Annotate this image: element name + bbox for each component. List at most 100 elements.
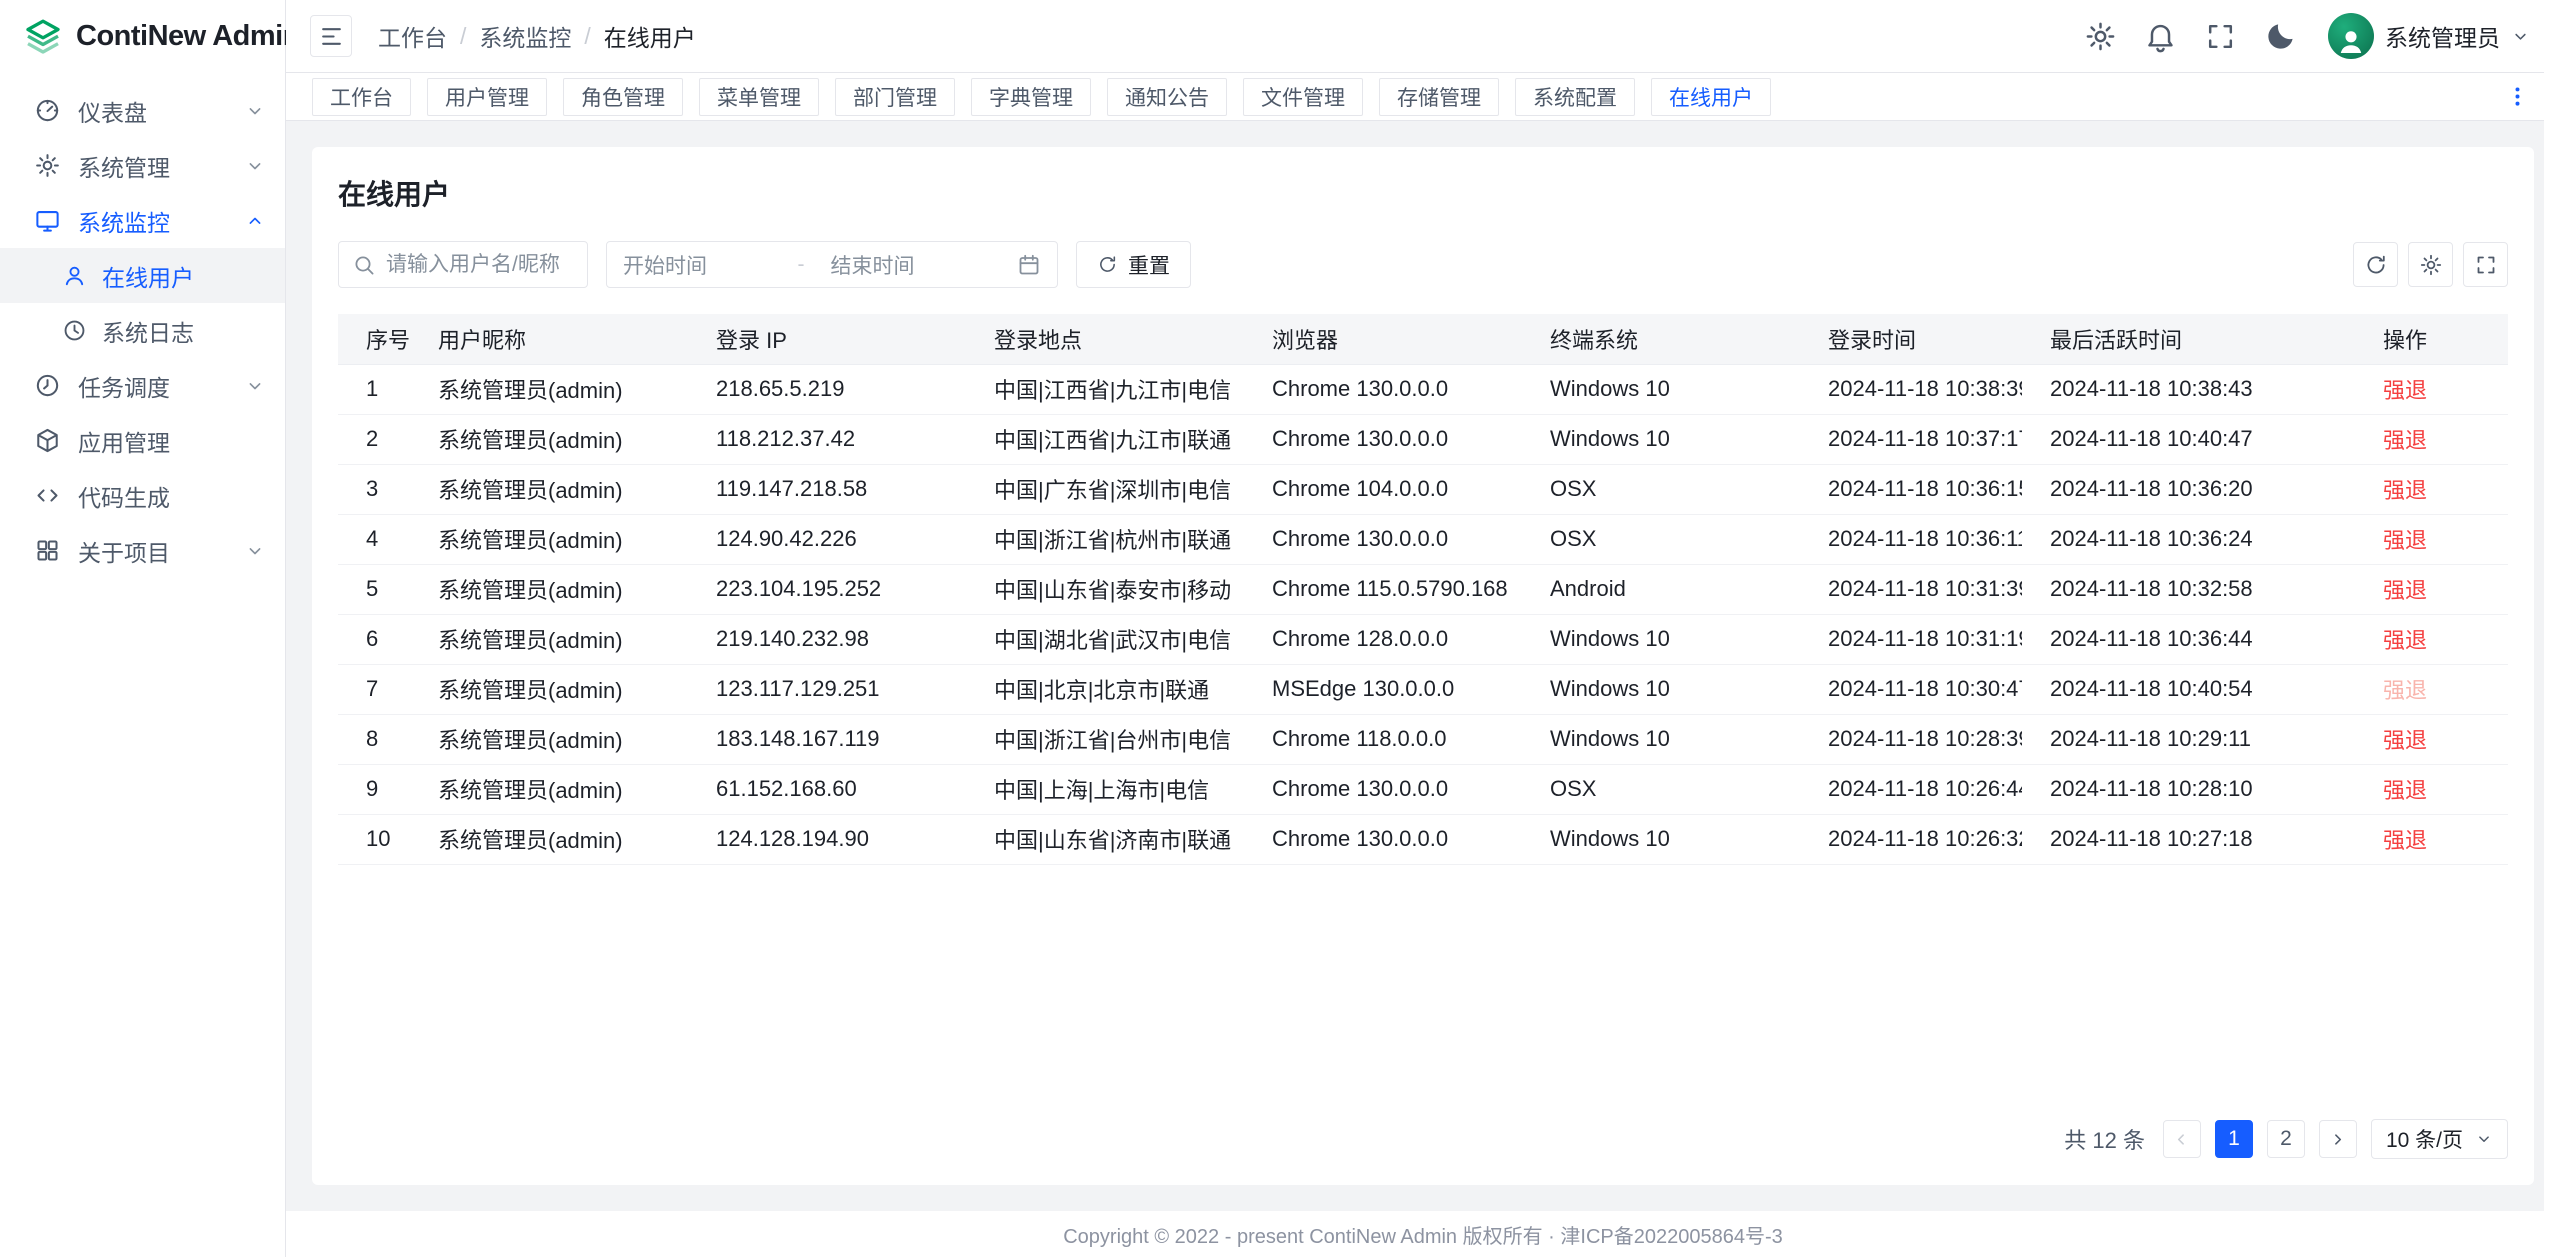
cell-login_time: 2024-11-18 10:31:39 [1800,564,2022,614]
pagination-page-2[interactable]: 2 [2267,1120,2305,1158]
cell-index: 3 [338,464,410,514]
force-logout-button[interactable]: 强退 [2383,423,2427,455]
tab-字典管理[interactable]: 字典管理 [971,78,1091,116]
cell-location: 中国|山东省|泰安市|移动 [966,564,1244,614]
cell-browser: Chrome 118.0.0.0 [1244,714,1522,764]
tab-list: 工作台用户管理角色管理菜单管理部门管理字典管理通知公告文件管理存储管理系统配置在… [312,78,2501,116]
pagination-page-1[interactable]: 1 [2215,1120,2253,1158]
sidebar-item-代码生成[interactable]: 代码生成 [0,468,285,523]
force-logout-button[interactable]: 强退 [2383,773,2427,805]
sidebar-item-系统管理[interactable]: 系统管理 [0,138,285,193]
sidebar-item-仪表盘[interactable]: 仪表盘 [0,83,285,138]
breadcrumb-separator: / [584,23,590,50]
page-size-select[interactable]: 10 条/页 [2371,1119,2508,1159]
sidebar-subitem-系统日志[interactable]: 系统日志 [0,303,285,358]
cell-os: OSX [1522,514,1800,564]
sidebar-item-系统监控[interactable]: 系统监控 [0,193,285,248]
force-logout-button[interactable]: 强退 [2383,723,2427,755]
force-logout-button[interactable]: 强退 [2383,473,2427,505]
tab-在线用户[interactable]: 在线用户 [1651,78,1771,116]
cell-os: Windows 10 [1522,814,1800,864]
force-logout-button[interactable]: 强退 [2383,573,2427,605]
sidebar-item-关于项目[interactable]: 关于项目 [0,523,285,578]
pagination-next-button[interactable] [2319,1120,2357,1158]
cell-ip: 218.65.5.219 [688,364,966,414]
cell-last_active: 2024-11-18 10:29:11 [2022,714,2355,764]
tab-文件管理[interactable]: 文件管理 [1243,78,1363,116]
theme-toggle-button[interactable] [2264,20,2297,53]
column-header-登录 IP: 登录 IP [688,314,966,364]
brand[interactable]: ContiNew Admin [0,0,285,73]
pagination-prev-button[interactable] [2163,1120,2201,1158]
force-logout-button[interactable]: 强退 [2383,623,2427,655]
cell-ip: 123.117.129.251 [688,664,966,714]
cell-location: 中国|浙江省|杭州市|联通 [966,514,1244,564]
table-row: 8系统管理员(admin)183.148.167.119中国|浙江省|台州市|电… [338,714,2508,764]
date-start-placeholder: 开始时间 [623,250,798,280]
cell-action: 强退 [2355,514,2508,564]
dashboard-icon [34,97,61,124]
tab-通知公告[interactable]: 通知公告 [1107,78,1227,116]
tab-部门管理[interactable]: 部门管理 [835,78,955,116]
tab-bar: 工作台用户管理角色管理菜单管理部门管理字典管理通知公告文件管理存储管理系统配置在… [286,73,2560,121]
force-logout-button[interactable]: 强退 [2383,523,2427,555]
search-input[interactable] [386,253,574,277]
tab-菜单管理[interactable]: 菜单管理 [699,78,819,116]
breadcrumb-item[interactable]: 在线用户 [604,19,696,53]
table-row: 4系统管理员(admin)124.90.42.226中国|浙江省|杭州市|联通C… [338,514,2508,564]
chevron-down-icon [2475,1130,2493,1148]
notifications-button[interactable] [2144,20,2177,53]
column-settings-button[interactable] [2408,242,2453,287]
user-menu[interactable]: 系统管理员 [2328,13,2530,59]
cell-last_active: 2024-11-18 10:36:44 [2022,614,2355,664]
scrollbar-track[interactable] [2544,0,2560,1257]
breadcrumb-item[interactable]: 工作台 [378,19,447,53]
tab-工作台[interactable]: 工作台 [312,78,411,116]
tab-用户管理[interactable]: 用户管理 [427,78,547,116]
cell-login_time: 2024-11-18 10:37:17 [1800,414,2022,464]
date-range-picker[interactable]: 开始时间 - 结束时间 [606,241,1058,288]
search-box [338,241,588,288]
cell-action: 强退 [2355,464,2508,514]
sidebar-item-应用管理[interactable]: 应用管理 [0,413,285,468]
table-row: 5系统管理员(admin)223.104.195.252中国|山东省|泰安市|移… [338,564,2508,614]
sidebar-collapse-button[interactable] [310,15,352,57]
brand-logo-icon [23,17,63,57]
cell-nickname: 系统管理员(admin) [410,664,688,714]
top-header: 工作台/系统监控/在线用户 系统管理员 [286,0,2560,73]
dark-mode-moon-icon [2264,20,2297,53]
force-logout-button[interactable]: 强退 [2383,823,2427,855]
cell-browser: Chrome 130.0.0.0 [1244,764,1522,814]
sidebar-menu: 仪表盘系统管理系统监控在线用户系统日志任务调度应用管理代码生成关于项目 [0,73,285,578]
sidebar-item-任务调度[interactable]: 任务调度 [0,358,285,413]
settings-gear-icon [2419,253,2443,277]
cell-browser: Chrome 115.0.5790.168 [1244,564,1522,614]
table-row: 9系统管理员(admin)61.152.168.60中国|上海|上海市|电信Ch… [338,764,2508,814]
tab-存储管理[interactable]: 存储管理 [1379,78,1499,116]
tab-more-button[interactable] [2501,80,2534,113]
cell-os: Windows 10 [1522,714,1800,764]
cell-nickname: 系统管理员(admin) [410,814,688,864]
force-logout-button[interactable]: 强退 [2383,373,2427,405]
online-users-table: 序号用户昵称登录 IP登录地点浏览器终端系统登录时间最后活跃时间操作 1系统管理… [338,314,2508,865]
cell-login_time: 2024-11-18 10:38:39 [1800,364,2022,414]
cell-index: 10 [338,814,410,864]
tab-角色管理[interactable]: 角色管理 [563,78,683,116]
cell-os: OSX [1522,464,1800,514]
cell-last_active: 2024-11-18 10:36:20 [2022,464,2355,514]
cell-os: Windows 10 [1522,664,1800,714]
cell-browser: Chrome 130.0.0.0 [1244,814,1522,864]
table-fullscreen-button[interactable] [2463,242,2508,287]
reset-button[interactable]: 重置 [1076,241,1191,288]
refresh-table-button[interactable] [2353,242,2398,287]
sidebar-subitem-在线用户[interactable]: 在线用户 [0,248,285,303]
tab-系统配置[interactable]: 系统配置 [1515,78,1635,116]
chevron-right-icon [2328,1130,2347,1149]
column-header-最后活跃时间: 最后活跃时间 [2022,314,2355,364]
fullscreen-button[interactable] [2204,20,2237,53]
settings-button[interactable] [2084,20,2117,53]
table-row: 7系统管理员(admin)123.117.129.251中国|北京|北京市|联通… [338,664,2508,714]
cell-location: 中国|浙江省|台州市|电信 [966,714,1244,764]
copyright-text: Copyright © 2022 - present ContiNew Admi… [1063,1220,1783,1249]
breadcrumb-item[interactable]: 系统监控 [479,19,571,53]
